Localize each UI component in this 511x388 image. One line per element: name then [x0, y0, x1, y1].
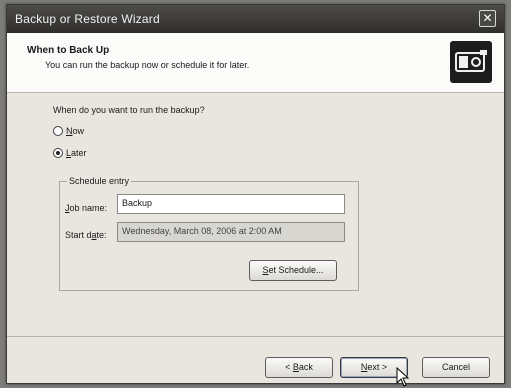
page-subtitle: You can run the backup now or schedule i…: [45, 60, 250, 70]
page-title: When to Back Up: [27, 45, 110, 56]
radio-later-button[interactable]: [53, 148, 63, 158]
window-title: Backup or Restore Wizard: [15, 12, 160, 26]
set-schedule-button[interactable]: Set Schedule...: [249, 260, 337, 281]
run-question: When do you want to run the backup?: [53, 105, 205, 115]
footer-divider: [7, 336, 504, 337]
title-bar[interactable]: Backup or Restore Wizard ✕: [7, 5, 504, 33]
mouse-pointer-icon: [396, 367, 410, 387]
radio-now[interactable]: Now: [53, 126, 84, 136]
close-button[interactable]: ✕: [479, 10, 496, 27]
cancel-button[interactable]: Cancel: [422, 357, 490, 378]
radio-now-button[interactable]: [53, 126, 63, 136]
backup-wizard-icon: [450, 41, 492, 83]
schedule-entry-label: Schedule entry: [67, 176, 132, 186]
radio-later-label: Later: [66, 148, 87, 158]
radio-now-label: Now: [66, 126, 85, 136]
back-button[interactable]: < Back: [265, 357, 333, 378]
job-name-label: Job name:: [65, 203, 108, 213]
wizard-header: When to Back Up You can run the backup n…: [7, 33, 504, 93]
start-date-field: Wednesday, March 08, 2006 at 2:00 AM: [117, 222, 345, 242]
wizard-window: Backup or Restore Wizard ✕ When to Back …: [6, 4, 505, 387]
start-date-label: Start date:: [65, 230, 107, 240]
close-icon: ✕: [482, 11, 493, 25]
job-name-input[interactable]: Backup: [117, 194, 345, 214]
radio-later[interactable]: Later: [53, 148, 87, 158]
